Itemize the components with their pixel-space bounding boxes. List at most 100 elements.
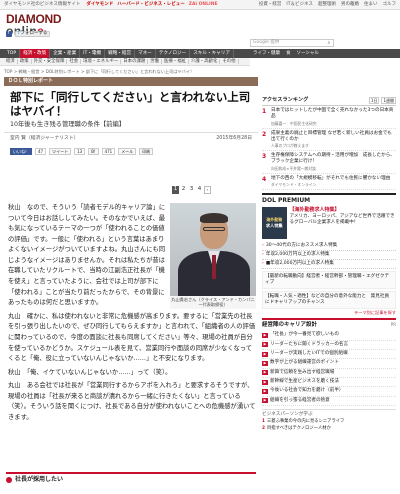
subnav-item[interactable]: 政策 (18, 58, 32, 65)
nav-it[interactable]: IT・電機 (80, 49, 106, 58)
nav-top[interactable]: TOP (4, 49, 21, 58)
search-box[interactable]: Google 提供 ⌕ (250, 39, 334, 47)
tweet-button[interactable]: ツイート (49, 147, 72, 155)
top-link-organize[interactable]: 超整理術 (318, 2, 336, 8)
nav-tech[interactable]: テクノロジー (156, 49, 191, 58)
site-header: DIAMOND online (0, 10, 400, 40)
bullet-icon: ▶ (262, 332, 268, 338)
subnav-item[interactable]: 環境・エネルギー (81, 58, 122, 65)
career-block: 経営陣のキャリア設計 PR ▶ 「社長」が今一番見て欲しいもの ▶ リーダーたちに聞く… (262, 318, 396, 406)
subnav-item[interactable]: その他 (220, 58, 239, 65)
rank-source: 加藤嘉一 中国民主化研究 (271, 120, 317, 126)
print-button[interactable]: 印刷 (139, 147, 154, 155)
tweet-count: 13 (74, 147, 86, 155)
author[interactable]: 室内 賢（経済ジャーナリスト） (10, 136, 78, 142)
top-link-golf[interactable]: ゴルフ (383, 2, 397, 8)
premium-ad[interactable]: 海外勤務 求人特集 【海外勤務求人特集】 アメリカ、ヨーロッパ、アジアなど世界で活躍… (262, 206, 396, 239)
page-link[interactable]: 3 (188, 186, 195, 194)
ranking-item[interactable]: 1 日本ではヒットしたが中国で全く売れなかった3つの日本商品 加藤嘉一 中国民主化… (262, 106, 396, 129)
career-item[interactable]: ▶ 新幹線で生産ビジネスを磨く技法 (262, 378, 396, 388)
twitter-follow-button[interactable]: t フォローする (14, 31, 51, 37)
bottom-ranking: ビジネスパーソンが学ぶ 1 三菱ふ事業の今の内に見るシニアライフ 2 目指すべきはテ… (262, 408, 396, 433)
career-item[interactable]: ▶ 数字が上がる組織運営のポイント (262, 359, 396, 369)
bullet-icon: ▶ (262, 379, 268, 385)
related-heading: 社長が採用したい (6, 472, 256, 485)
top-link-men[interactable]: 男の離婚 (341, 2, 359, 8)
page-link[interactable]: 4 (196, 186, 203, 194)
premium-item[interactable]: › ■年収2,000万円以上の求人特集 (262, 260, 396, 269)
top-link-living[interactable]: 住まい (364, 2, 378, 8)
mail-button[interactable]: メール (118, 147, 137, 155)
tab-1week[interactable]: 1週間 (381, 97, 396, 105)
subnav-item[interactable]: 経済 (4, 58, 18, 65)
page-subtitle: 10年後も生き残る管理職の条件【前編】 (10, 121, 126, 129)
next-page-icon[interactable]: › (204, 186, 211, 194)
subnav-item[interactable]: 日本の課題 (121, 58, 149, 65)
subnav-item[interactable]: 労働 (148, 58, 163, 65)
premium-ad-title[interactable]: 【海外勤務求人特集】 (290, 207, 340, 213)
related-heading-text: 社長が採用したい (15, 475, 64, 483)
premium-ad-desc: アメリカ、ヨーロッパ、アジアなど世界で活躍できるグローバル企業求人を掲載中！ (289, 213, 395, 226)
brand-link-zai[interactable]: ZAi ONLINE (189, 2, 218, 8)
tab-1day[interactable]: 1日 (368, 97, 380, 105)
rank-title: 地下の西の「大規模移転」がそれでも住民に響かない理由 ダイヤモンド・オンライン (271, 176, 390, 187)
nav-life[interactable]: ライフ・健康 (250, 51, 283, 57)
nav-skill[interactable]: スキル・キャリア (190, 49, 234, 58)
social-buttons: f t フォローする (6, 31, 51, 37)
page-link[interactable]: 2 (180, 186, 187, 194)
ranking-tabs: 1日 1週間 (368, 97, 396, 105)
search-icon[interactable]: ⌕ (325, 40, 333, 46)
premium-text-ad[interactable]: 【転職・人気・適性】などの自分の意外な能力と 発見社員にドキャリアップのチャンス (262, 290, 396, 309)
career-item[interactable]: ▶ 「社長」が今一番見て欲しいもの (262, 331, 396, 341)
brand-link-diamond[interactable]: ダイヤモンド (86, 2, 113, 8)
nav-strategy[interactable]: 戦略・経営 (105, 49, 136, 58)
page-link-current[interactable]: 1 (172, 186, 179, 194)
facebook-icon[interactable]: f (6, 31, 12, 37)
paragraph: 丸山 確かに、私は使われないと非常に危機感が高まります。要するに「営業先の社長を… (8, 312, 256, 363)
nav-industry[interactable]: 企業・産業 (50, 49, 81, 58)
bottom-item[interactable]: 1 三菱ふ事業の今の内に見るシニアライフ (262, 418, 396, 426)
subnav-item[interactable]: 医療・福祉 (162, 58, 190, 65)
facebook-like-button[interactable]: いいね！ (10, 147, 32, 155)
subnav-item[interactable]: 社会 (67, 58, 82, 65)
brand-link-hbr[interactable]: ハーバード・ビジネス・レビュー (117, 2, 184, 8)
share-bar: いいね！ 47 ツイート 13 B! 471 メール 印刷 (4, 146, 258, 157)
career-item[interactable]: ▶ 新興で信頼を生み出す経営職場 (262, 369, 396, 378)
ranking-item[interactable]: 3 生存権保障システムへの期待・活用が増加 成長したから、ブラック企業に行け！向… (262, 151, 396, 174)
nav-food[interactable]: 食 (283, 51, 294, 57)
top-link-it[interactable]: IT＆ビジネス (286, 2, 313, 8)
ranking-item[interactable]: 4 地下の西の「大規模移転」がそれでも住民に響かない理由 ダイヤモンド・オンライン (262, 174, 396, 190)
search-input[interactable]: Google 提供 (253, 40, 279, 46)
ranking-item[interactable]: 2 成果主義の廃止と目標管理 なぜ若く新しい社員はお金でも出て行くのか 人事のプロ… (262, 129, 396, 152)
premium-header[interactable]: DOL PREMIUM (262, 197, 396, 205)
premium-item-label: 年収2,000万円以上の求人特集 (265, 251, 330, 257)
rank-title-text: 日本ではヒットしたが中国で全く売れなかった3つの日本商品 (271, 108, 394, 120)
breadcrumb[interactable]: TOP > 戦略・経営 > DOL特別レポート > 部下に「同行してください」と… (4, 69, 258, 75)
career-item[interactable]: ▶ リーダーが実践したいITでの個別組織 (262, 350, 396, 360)
premium-text-ad[interactable]: 【最新の転職動向】経営者・経営幹部・管理職・エグゼクティブ (262, 270, 396, 289)
subnav-item[interactable]: 介護・高齢化 (189, 58, 221, 65)
theme-search-link[interactable]: テーマ別に記事を探す (262, 310, 396, 315)
bottom-item[interactable]: 2 目指すべきはテクノロジー人材か (262, 425, 396, 433)
nav-money[interactable]: マネー (135, 49, 156, 58)
arrow-icon: › (262, 251, 264, 257)
twitter-follow-label: フォローする (20, 31, 48, 37)
premium-item[interactable]: › 年収2,000万円以上の求人特集 (262, 251, 396, 260)
hatena-icon[interactable]: B! (88, 147, 99, 155)
ranking-header: アクセスランキング 1日 1週間 (262, 96, 396, 107)
section-label[interactable]: ＤＯＬ特別レポート (4, 77, 258, 86)
nav-economy[interactable]: 経済・政策 (20, 49, 51, 58)
career-item[interactable]: ▶ リーダーたちに聞くドラッカーの名言 (262, 341, 396, 350)
premium-block: DOL PREMIUM 海外勤務 求人特集 【海外勤務求人特集】 アメリカ、ヨーロッ… (262, 193, 396, 315)
career-item[interactable]: ▶ 組織を引っ張る経営者の熱意 (262, 397, 396, 406)
premium-ad-image[interactable]: 海外勤務 求人特集 (262, 206, 287, 239)
nav-social[interactable]: ソーシャル (294, 51, 322, 57)
career-item-label: 「社長」が今一番見て欲しいもの (270, 332, 339, 338)
bullet-icon: ▶ (262, 360, 268, 366)
premium-item[interactable]: › 30〜40代の方におススメ求人特集 (262, 242, 396, 251)
career-item[interactable]: ▶ 今後いる社会で知力を磨け（前半） (262, 387, 396, 397)
rank-source: 向田和成×平井陽一朗対談 (271, 165, 316, 171)
subnav-item[interactable]: 外交・安全保障 (32, 58, 68, 65)
top-link-invest[interactable]: 投資・経営 (259, 2, 282, 8)
article-meta: 室内 賢（経済ジャーナリスト） 2015年6月28日 (4, 132, 258, 145)
